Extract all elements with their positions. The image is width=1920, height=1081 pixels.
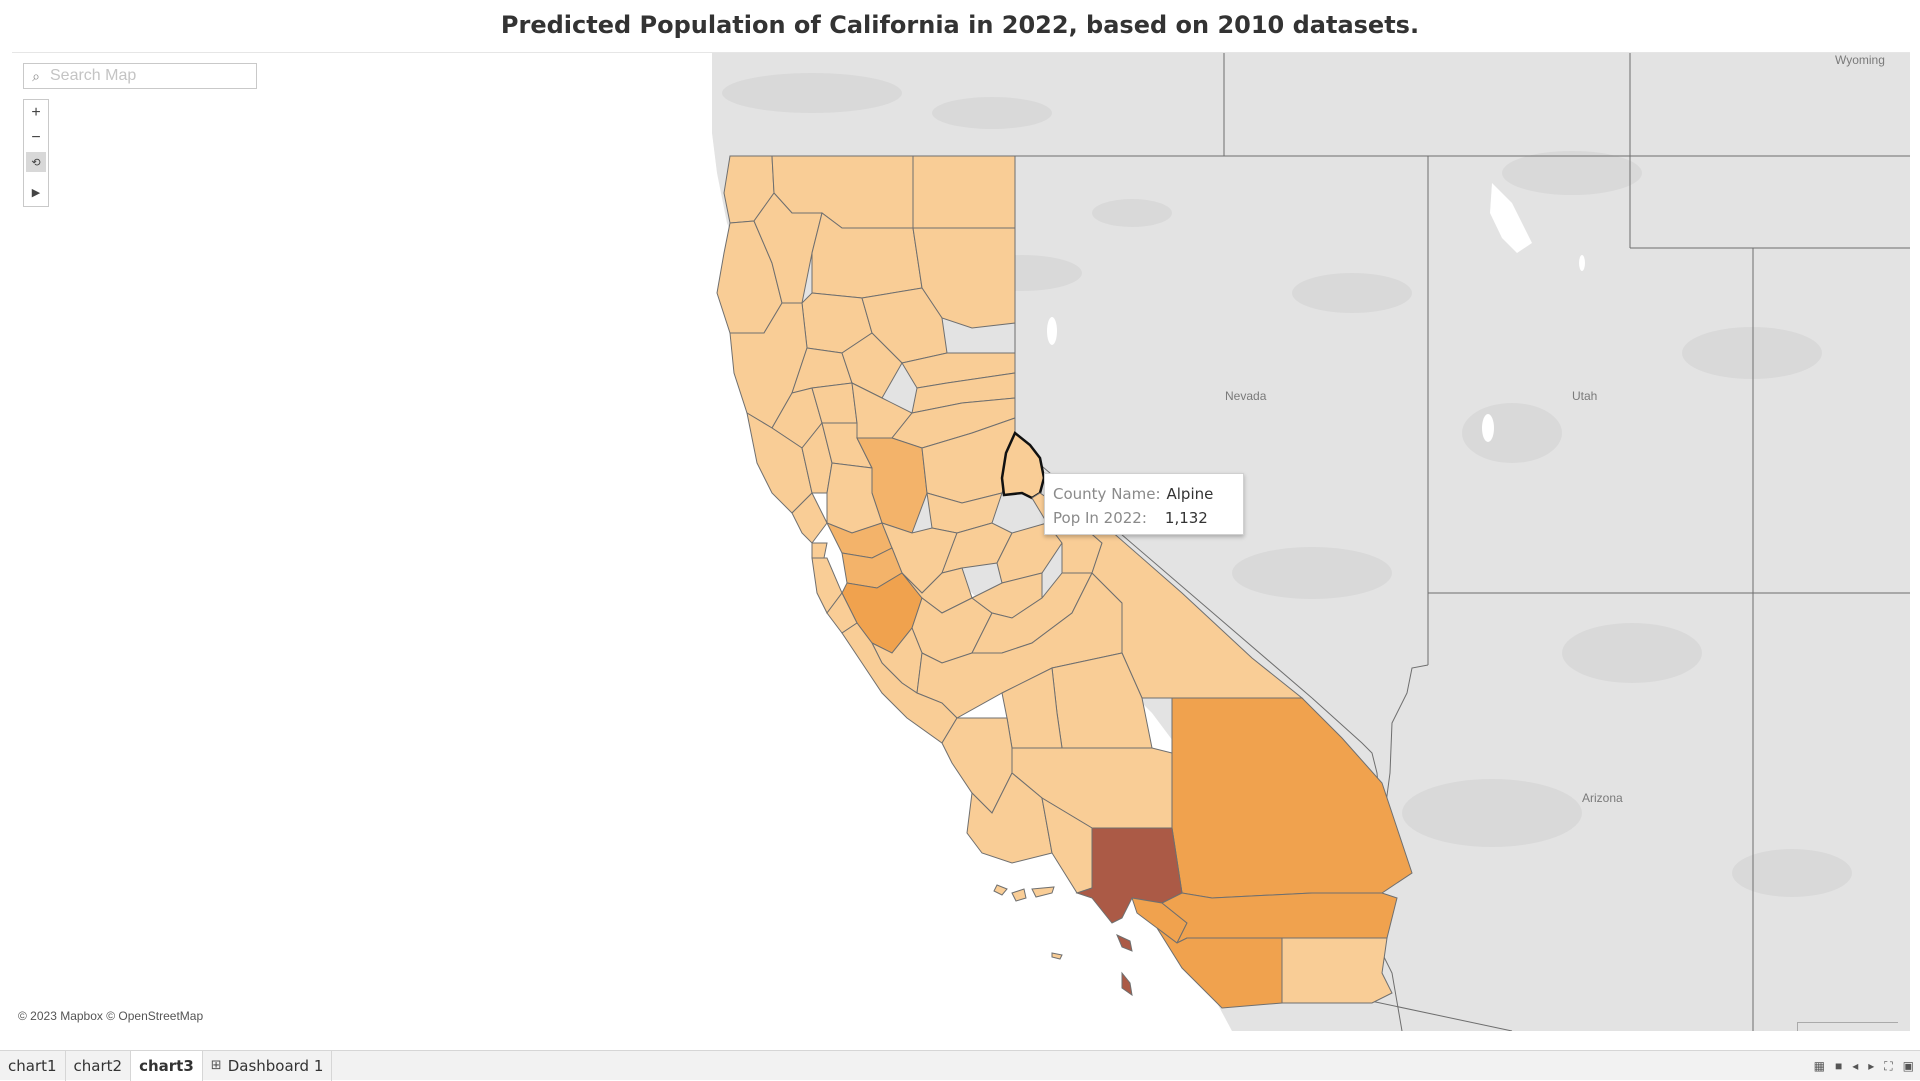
island-anacapa (1031, 886, 1055, 898)
map-label-arizona: Arizona (1582, 791, 1623, 805)
map-attribution[interactable]: © 2023 Mapbox © OpenStreetMap (18, 1009, 203, 1023)
search-map-box[interactable]: ⌕ (23, 63, 257, 89)
title-bar: Predicted Population of California in 20… (8, 0, 1912, 50)
county-imperial (1281, 937, 1393, 1004)
map-tools: + − ⟲ ▶ (23, 99, 49, 207)
tab-label: chart1 (8, 1056, 57, 1075)
list-icon[interactable]: ■ (1835, 1059, 1842, 1073)
minus-icon: − (31, 129, 41, 146)
search-map-input[interactable] (48, 66, 252, 86)
tooltip-county-label: County Name: (1053, 485, 1161, 503)
zoom-out-button[interactable]: − (24, 126, 48, 150)
tab-label: Dashboard 1 (227, 1056, 324, 1075)
island-santa-cruz (1011, 888, 1027, 902)
island-catalina (1116, 934, 1133, 952)
reset-map-button[interactable]: ⟲ (26, 152, 46, 172)
expand-toolbar-button[interactable]: ▶ (24, 180, 48, 204)
tooltip-pop-row: Pop In 2022: 1,132 (1053, 506, 1235, 530)
presentation-icon[interactable]: ▣ (1903, 1059, 1914, 1073)
county-tooltip: County Name: Alpine Pop In 2022: 1,132 (1044, 473, 1244, 535)
prev-icon[interactable]: ◂ (1852, 1059, 1858, 1073)
next-icon[interactable]: ▸ (1868, 1059, 1874, 1073)
page-title: Predicted Population of California in 20… (500, 11, 1420, 39)
status-icons: ▦ ■ ◂ ▸ ⛶ ▣ (1814, 1051, 1914, 1081)
county-modoc (912, 155, 1016, 229)
county-san-francisco (811, 542, 828, 559)
tab-label: chart2 (73, 1056, 123, 1075)
plus-icon: + (31, 104, 41, 121)
county-riverside (1161, 892, 1398, 945)
map-label-utah: Utah (1572, 389, 1598, 403)
play-icon: ▶ (31, 186, 41, 199)
map-scale (1797, 1022, 1898, 1031)
tooltip-pop-value: 1,132 (1164, 509, 1208, 527)
map-view[interactable]: Nevada Utah Arizona Wyoming ⌕ + − ⟲ ▶ Co… (12, 52, 1910, 1031)
tab-chart2[interactable]: chart2 (66, 1050, 132, 1081)
search-icon: ⌕ (32, 67, 40, 84)
sheet-tab-bar: chart1 chart2 chart3 ⊞ Dashboard 1 ▦ ■ ◂… (0, 1050, 1920, 1081)
tooltip-county-value: Alpine (1166, 485, 1214, 503)
grid-icon[interactable]: ▦ (1814, 1059, 1825, 1073)
tab-label: chart3 (139, 1056, 194, 1075)
island-san-clemente (1121, 971, 1133, 997)
tab-chart3[interactable]: chart3 (131, 1050, 203, 1081)
tab-dashboard-1[interactable]: ⊞ Dashboard 1 (203, 1050, 333, 1081)
map-label-wyoming: Wyoming (1835, 53, 1885, 67)
island-santa-rosa (993, 884, 1008, 896)
island-san-nicolas (1051, 952, 1063, 960)
zoom-in-button[interactable]: + (24, 101, 48, 125)
fullscreen-icon[interactable]: ⛶ (1884, 1059, 1892, 1074)
map-label-nevada: Nevada (1225, 389, 1267, 403)
map-svg[interactable] (12, 53, 1910, 1031)
tooltip-county-row: County Name: Alpine (1053, 482, 1235, 506)
reset-map-icon: ⟲ (31, 156, 41, 169)
tooltip-pop-label: Pop In 2022: (1053, 509, 1147, 527)
tab-chart1[interactable]: chart1 (0, 1050, 66, 1081)
dashboard-icon: ⊞ (210, 1058, 222, 1073)
